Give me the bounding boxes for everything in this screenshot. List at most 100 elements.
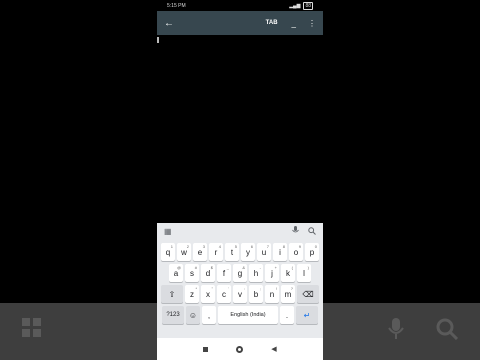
key-t[interactable]: 5t bbox=[225, 243, 239, 261]
space-key[interactable]: English (India) bbox=[218, 306, 278, 324]
key-label: u bbox=[261, 247, 267, 257]
key-s[interactable]: # s bbox=[185, 264, 199, 282]
signal-icon: ▂▄▆ bbox=[289, 2, 301, 9]
shift-key[interactable]: ⇧ bbox=[161, 285, 183, 303]
key-hint: 3 bbox=[202, 244, 205, 249]
key-r[interactable]: 4r bbox=[209, 243, 223, 261]
key-p[interactable]: 0p bbox=[305, 243, 319, 261]
key-hint: & bbox=[242, 265, 245, 270]
key-row-1: 1q2w3e4r5t6y7u8i9o0p bbox=[157, 243, 323, 261]
battery-icon: 88 bbox=[303, 1, 313, 10]
key-u[interactable]: 7u bbox=[257, 243, 271, 261]
background-mic-icon bbox=[388, 318, 404, 345]
key-hint: ! bbox=[275, 286, 277, 291]
tab-button[interactable]: TAB bbox=[266, 20, 278, 26]
key-f[interactable]: _ f bbox=[217, 264, 231, 282]
enter-key[interactable]: ↵ bbox=[296, 306, 318, 324]
key-label: k bbox=[286, 268, 290, 278]
key-hint: _ bbox=[226, 265, 229, 270]
key-label: s bbox=[190, 268, 194, 278]
key-hint: 8 bbox=[282, 244, 285, 249]
key-x[interactable]: " x bbox=[201, 285, 215, 303]
key-label: v bbox=[238, 289, 242, 299]
key-label: l bbox=[303, 268, 305, 278]
backspace-label: ⌫ bbox=[302, 289, 314, 299]
background-grid-icon bbox=[22, 318, 42, 343]
key-e[interactable]: 3e bbox=[193, 243, 207, 261]
key-hint: 7 bbox=[266, 244, 269, 249]
key-hint: 1 bbox=[170, 244, 173, 249]
more-vert-icon[interactable]: ⋮ bbox=[308, 19, 316, 28]
numbers-key[interactable]: ?123 bbox=[162, 306, 184, 324]
numbers-label: ?123 bbox=[166, 312, 180, 318]
recents-icon[interactable] bbox=[203, 346, 209, 352]
underscore-button[interactable]: _ bbox=[292, 19, 296, 28]
key-z[interactable]: * z bbox=[185, 285, 199, 303]
grid-icon[interactable]: ▦ bbox=[164, 227, 172, 236]
key-label: x bbox=[206, 289, 210, 299]
navigation-bar: ◀ bbox=[157, 338, 323, 360]
key-label: b bbox=[253, 289, 259, 299]
key-hint: @ bbox=[176, 265, 181, 270]
key-label: p bbox=[309, 247, 315, 257]
arrow-left-icon[interactable]: ← bbox=[164, 18, 174, 29]
key-hint: 5 bbox=[234, 244, 237, 249]
key-c[interactable]: ' c bbox=[217, 285, 231, 303]
search-icon[interactable] bbox=[308, 226, 316, 237]
key-hint: 4 bbox=[218, 244, 221, 249]
terminal-cursor bbox=[157, 37, 159, 43]
key-w[interactable]: 2w bbox=[177, 243, 191, 261]
enter-label: ↵ bbox=[303, 310, 311, 320]
home-icon[interactable] bbox=[236, 345, 244, 353]
key-k[interactable]: (k bbox=[281, 264, 295, 282]
key-hint: - bbox=[259, 265, 261, 270]
comma-key[interactable]: , bbox=[202, 306, 216, 324]
on-screen-keyboard: ▦ 1q2w3e4r5t6y7u8i9o0p @ a # s $ d _ f & g - h + j(k)… bbox=[157, 223, 323, 338]
key-j[interactable]: + j bbox=[265, 264, 279, 282]
key-b[interactable]: ; b bbox=[249, 285, 263, 303]
key-label: z bbox=[190, 289, 194, 299]
key-n[interactable]: ! n bbox=[265, 285, 279, 303]
key-hint: # bbox=[194, 265, 197, 270]
key-i[interactable]: 8i bbox=[273, 243, 287, 261]
key-hint: 0 bbox=[314, 244, 317, 249]
period-key[interactable]: . bbox=[280, 306, 294, 324]
emoji-key[interactable]: ☺ bbox=[186, 306, 200, 324]
key-label: r bbox=[214, 247, 218, 257]
key-hint: " bbox=[211, 286, 213, 291]
key-hint: ' bbox=[228, 286, 229, 291]
key-hint: + bbox=[274, 265, 277, 270]
key-label: h bbox=[253, 268, 259, 278]
back-triangle-icon[interactable]: ◀ bbox=[271, 345, 276, 353]
keyboard-toolbar: ▦ bbox=[157, 223, 323, 240]
key-label: d bbox=[205, 268, 211, 278]
key-label: f bbox=[222, 268, 226, 278]
backspace-key[interactable]: ⌫ bbox=[297, 285, 319, 303]
key-row-3: ⇧ * z " x ' c: v; b! n? m ⌫ bbox=[157, 285, 323, 303]
key-label: j bbox=[271, 268, 273, 278]
key-g[interactable]: & g bbox=[233, 264, 247, 282]
key-label: o bbox=[293, 247, 299, 257]
key-label: q bbox=[165, 247, 171, 257]
battery-level: 88 bbox=[305, 2, 311, 9]
phone-screen: 5:15 PM ▂▄▆ 88 ← TAB _ ⋮ ▦ 1q2w3e4r5t6y7… bbox=[157, 0, 323, 360]
key-h[interactable]: -h bbox=[249, 264, 263, 282]
key-l[interactable]: ) l bbox=[297, 264, 311, 282]
key-d[interactable]: $ d bbox=[201, 264, 215, 282]
period-label: . bbox=[285, 310, 289, 320]
key-label: i bbox=[279, 247, 281, 257]
key-o[interactable]: 9o bbox=[289, 243, 303, 261]
key-a[interactable]: @ a bbox=[169, 264, 183, 282]
key-label: t bbox=[230, 247, 234, 257]
shift-label: ⇧ bbox=[168, 289, 176, 299]
key-y[interactable]: 6y bbox=[241, 243, 255, 261]
key-label: y bbox=[246, 247, 250, 257]
key-row-4: ?123 ☺ , English (India) . ↵ bbox=[157, 306, 323, 324]
key-q[interactable]: 1q bbox=[161, 243, 175, 261]
status-time: 5:15 PM bbox=[167, 2, 186, 9]
emoji-label: ☺ bbox=[188, 310, 198, 320]
app-bar: ← TAB _ ⋮ bbox=[157, 11, 323, 35]
mic-icon[interactable] bbox=[292, 226, 299, 237]
key-m[interactable]: ? m bbox=[281, 285, 295, 303]
key-v[interactable]: :v bbox=[233, 285, 247, 303]
